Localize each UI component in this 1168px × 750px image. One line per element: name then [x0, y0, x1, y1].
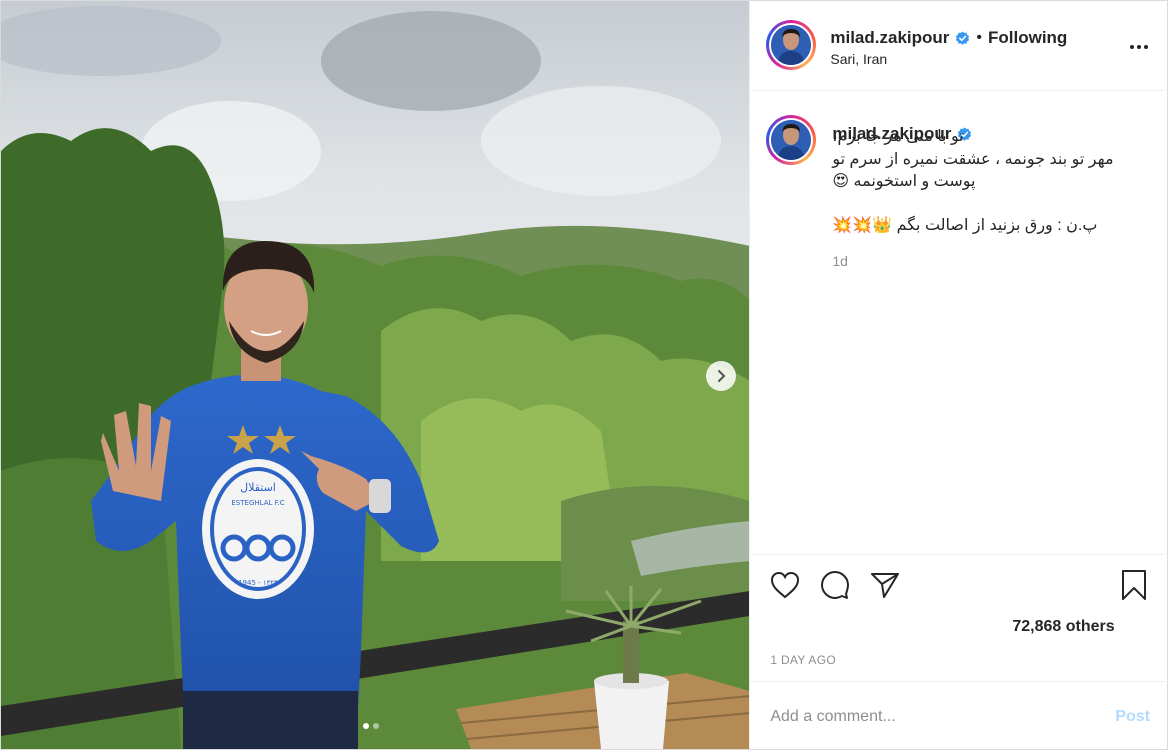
- share-button[interactable]: [868, 568, 902, 602]
- header-separator: •: [976, 29, 982, 46]
- post-header: milad.zakipour • Following Sari, Iran: [750, 1, 1168, 91]
- post-comment-button[interactable]: Post: [1115, 708, 1150, 726]
- caption-area: milad.zakipour تو با منی هر جا برم، مهر …: [750, 92, 1168, 555]
- header-avatar[interactable]: [766, 20, 817, 70]
- post-side-panel: milad.zakipour • Following Sari, Iran mi…: [749, 1, 1168, 749]
- posted-time[interactable]: 1 DAY AGO: [770, 653, 836, 667]
- chevron-right-icon: [718, 370, 726, 382]
- avatar-photo: [771, 25, 812, 65]
- header-user-row: milad.zakipour • Following: [830, 28, 1067, 48]
- caption-time[interactable]: 1d: [832, 253, 848, 269]
- action-bar: [750, 556, 1168, 600]
- post-photo: استقلال ESTEGHLAL F.C 1945 - ۱۳۲۴: [1, 1, 750, 749]
- comment-input[interactable]: [770, 704, 1091, 730]
- comment-button[interactable]: [818, 568, 852, 602]
- crest-name: استقلال: [240, 481, 276, 494]
- share-icon: [871, 573, 900, 598]
- caption-line-3: پوست و استخونمه 😍: [832, 173, 976, 190]
- header-username[interactable]: milad.zakipour: [830, 28, 949, 48]
- caption-line-4: پ.ن : ورق بزنید از اصالت بگم 👑💥💥: [832, 217, 1098, 234]
- avatar-photo: [771, 120, 812, 160]
- carousel-indicator: [363, 723, 379, 729]
- caption-line-2: مهر تو بند جونمه ، عشقت نمیره از سرم تو: [832, 151, 1114, 168]
- bookmark-icon: [1122, 570, 1147, 600]
- post-location[interactable]: Sari, Iran: [830, 51, 887, 67]
- more-options-icon[interactable]: [1126, 37, 1152, 57]
- caption-line-1: تو با منی هر جا برم،: [832, 128, 964, 145]
- like-count[interactable]: 72,868 others: [1012, 618, 1114, 636]
- carousel-dot-2: [373, 723, 379, 729]
- save-button[interactable]: [1117, 568, 1151, 602]
- instagram-post: استقلال ESTEGHLAL F.C 1945 - ۱۳۲۴ milad.…: [0, 0, 1168, 750]
- next-slide-button[interactable]: [706, 361, 736, 391]
- crest-founded: 1945 - ۱۳۲۴: [238, 579, 278, 587]
- verified-badge-icon: [956, 30, 970, 45]
- post-media[interactable]: استقلال ESTEGHLAL F.C 1945 - ۱۳۲۴: [1, 1, 750, 749]
- carousel-dot-1: [363, 723, 369, 729]
- following-button[interactable]: Following: [988, 28, 1067, 48]
- caption-avatar[interactable]: [766, 115, 817, 165]
- comment-icon: [821, 571, 850, 599]
- heart-icon: [771, 571, 800, 599]
- like-button[interactable]: [768, 568, 802, 602]
- crest-latin: ESTEGHLAL F.C: [231, 499, 284, 507]
- comment-box: Post: [750, 681, 1168, 749]
